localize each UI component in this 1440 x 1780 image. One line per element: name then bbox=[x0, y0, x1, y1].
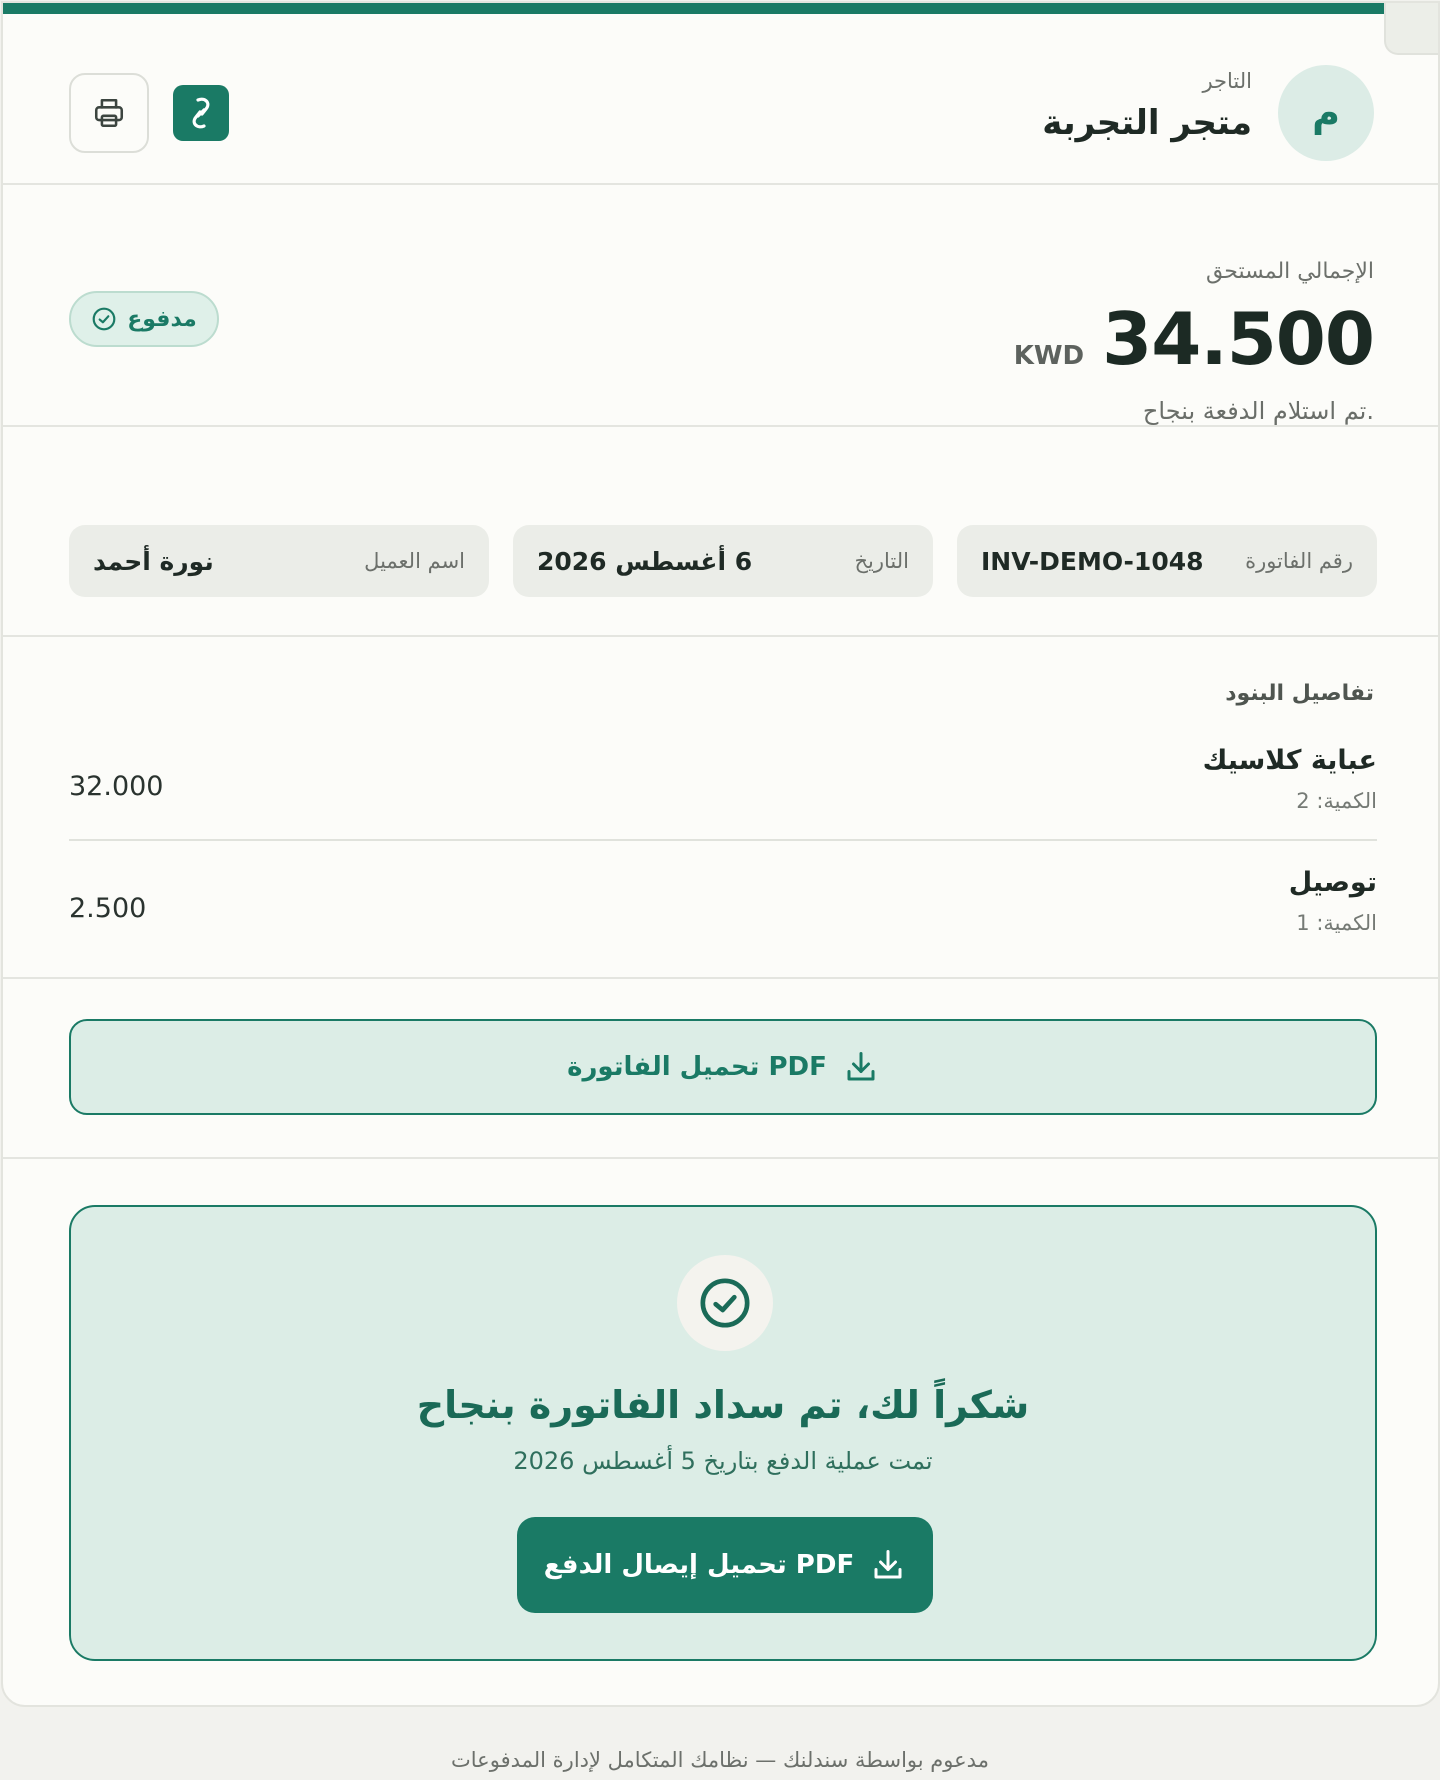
total-currency: KWD bbox=[1013, 341, 1085, 371]
merchant-label: التاجر bbox=[1202, 69, 1252, 93]
invoice-number-box: رقم الفاتورة INV-DEMO-1048 bbox=[957, 525, 1377, 597]
total-label: الإجمالي المستحق bbox=[1205, 259, 1374, 284]
download-invoice-label: تحميل الفاتورة PDF bbox=[567, 1052, 827, 1082]
total-amount-row: KWD 34.500 bbox=[1013, 297, 1375, 381]
success-title: شكراً لك، تم سداد الفاتورة بنجاح bbox=[416, 1383, 1030, 1427]
item-quantity: الكمية: 1 bbox=[1296, 911, 1377, 935]
item-price: 2.500 bbox=[69, 893, 147, 924]
divider bbox=[3, 635, 1438, 637]
payment-success-panel: شكراً لك، تم سداد الفاتورة بنجاح تمت عمل… bbox=[69, 1205, 1377, 1661]
download-receipt-label: تحميل إيصال الدفع PDF bbox=[543, 1550, 855, 1580]
corner-tab bbox=[1384, 3, 1438, 55]
success-subtitle: تمت عملية الدفع بتاريخ 5 أغسطس 2026 bbox=[513, 1447, 933, 1475]
invoice-number-label: رقم الفاتورة bbox=[1245, 549, 1353, 573]
customer-box: اسم العميل نورة أحمد bbox=[69, 525, 489, 597]
divider bbox=[3, 425, 1438, 427]
merchant-name: متجر التجربة bbox=[1042, 103, 1252, 143]
footer-powered-by: مدعوم بواسطة سندلنك — نظامك المتكامل لإد… bbox=[451, 1748, 989, 1772]
customer-name-label: اسم العميل bbox=[364, 549, 465, 573]
download-receipt-button[interactable]: تحميل إيصال الدفع PDF bbox=[517, 1517, 933, 1613]
success-check-badge bbox=[677, 1255, 773, 1351]
download-invoice-button[interactable]: تحميل الفاتورة PDF bbox=[69, 1019, 1377, 1115]
total-amount: 34.500 bbox=[1102, 297, 1375, 381]
printer-icon bbox=[94, 98, 124, 128]
accent-bar bbox=[3, 3, 1388, 14]
item-price: 32.000 bbox=[69, 771, 164, 802]
item-quantity: الكمية: 2 bbox=[1296, 789, 1377, 813]
divider bbox=[3, 183, 1438, 185]
invoice-card: م التاجر متجر التجربة الإجمالي المستحق K… bbox=[1, 1, 1440, 1707]
link-icon bbox=[192, 97, 210, 129]
date-box: التاريخ 6 أغسطس 2026 bbox=[513, 525, 933, 597]
check-circle-icon bbox=[92, 307, 116, 331]
download-icon bbox=[847, 1052, 875, 1081]
status-label: مدفوع bbox=[127, 306, 197, 332]
merchant-avatar: م bbox=[1278, 65, 1374, 161]
status-badge: مدفوع bbox=[69, 291, 219, 347]
divider bbox=[3, 977, 1438, 979]
print-button[interactable] bbox=[69, 73, 149, 153]
date-label: التاريخ bbox=[854, 549, 909, 573]
payment-note: تم استلام الدفعة بنجاح. bbox=[1142, 397, 1374, 425]
item-divider bbox=[69, 839, 1377, 841]
date-value: 6 أغسطس 2026 bbox=[537, 546, 753, 576]
copy-link-button[interactable] bbox=[173, 85, 229, 141]
item-name: توصيل bbox=[1288, 867, 1377, 898]
divider bbox=[3, 1157, 1438, 1159]
check-circle-icon bbox=[700, 1278, 750, 1328]
list-item: توصيل الكمية: 1 2.500 bbox=[69, 867, 1377, 967]
items-title: تفاصيل البنود bbox=[1225, 681, 1374, 706]
item-name: عباية كلاسيك bbox=[1202, 745, 1377, 776]
customer-name-value: نورة أحمد bbox=[93, 546, 214, 576]
list-item: عباية كلاسيك الكمية: 2 32.000 bbox=[69, 745, 1377, 845]
download-icon bbox=[874, 1550, 902, 1579]
invoice-number-value: INV-DEMO-1048 bbox=[981, 546, 1204, 576]
